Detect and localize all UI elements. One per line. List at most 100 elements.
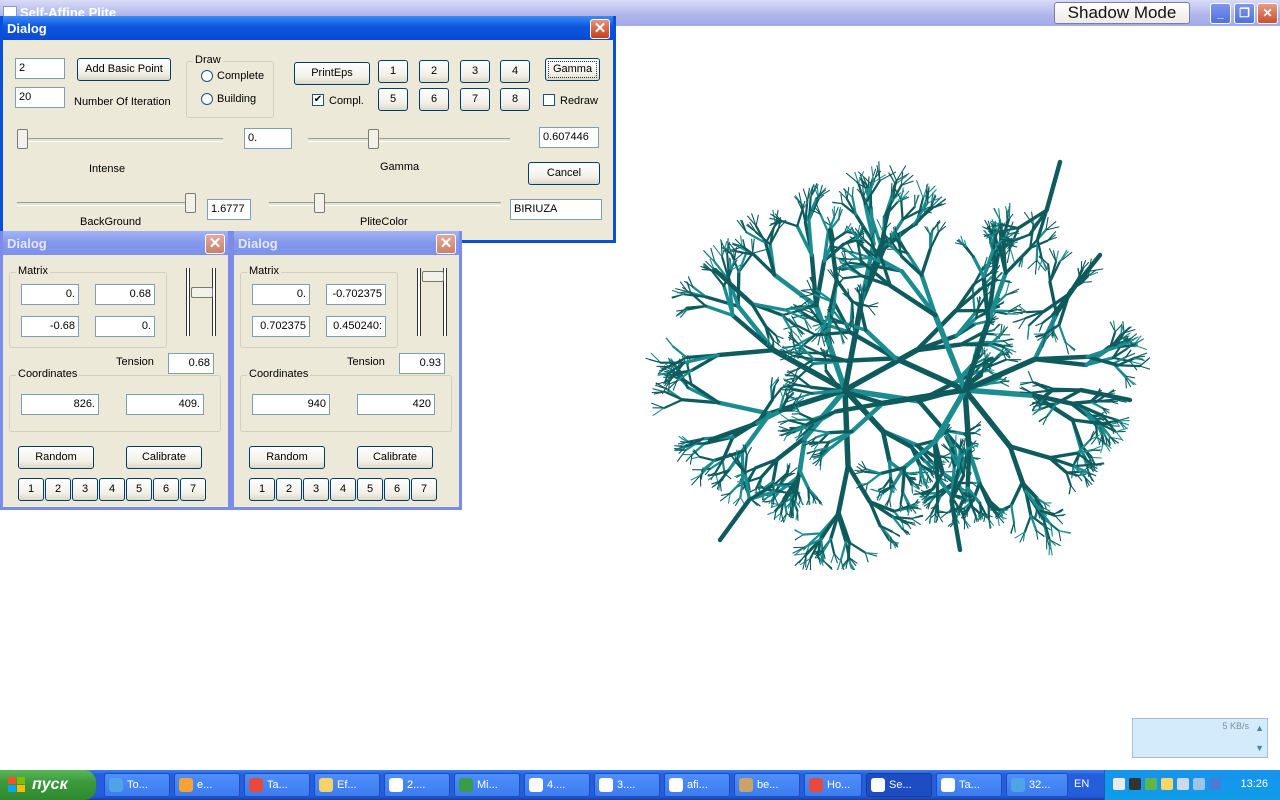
number-button-7[interactable]: 7 <box>460 88 490 111</box>
print-eps-button[interactable]: PrintEps <box>294 62 370 85</box>
number-button-5[interactable]: 5 <box>378 88 408 111</box>
chevron-down-icon[interactable]: ▼ <box>1255 743 1264 753</box>
number-button-4[interactable]: 4 <box>500 60 530 83</box>
transform-2-number-button-6[interactable]: 6 <box>384 478 410 501</box>
start-button[interactable]: пуск <box>0 770 96 800</box>
building-radio[interactable] <box>201 93 213 105</box>
intense-value-field[interactable]: 0. <box>244 128 292 149</box>
transform-1-number-button-5[interactable]: 5 <box>126 478 152 501</box>
number-button-6[interactable]: 6 <box>419 88 449 111</box>
app-close-button[interactable]: ✕ <box>1257 3 1278 24</box>
number-button-3[interactable]: 3 <box>460 60 490 83</box>
transform-2-number-button-3[interactable]: 3 <box>303 478 329 501</box>
number-button-8[interactable]: 8 <box>500 88 530 111</box>
transform-1-number-button-2[interactable]: 2 <box>45 478 71 501</box>
tension-field[interactable]: 0.68 <box>168 353 214 374</box>
transform-1-number-button-3[interactable]: 3 <box>72 478 98 501</box>
ff-tray-icon[interactable] <box>1129 778 1141 790</box>
transform-2-number-button-7[interactable]: 7 <box>411 478 437 501</box>
taskbar-button-5[interactable]: 2.... <box>384 773 450 797</box>
minimize-button[interactable]: _ <box>1210 3 1231 24</box>
bluetooth-tray-icon[interactable] <box>1209 778 1221 790</box>
cancel-button[interactable]: Cancel <box>528 162 600 185</box>
number-button-2[interactable]: 2 <box>419 60 449 83</box>
random-button[interactable]: Random <box>18 446 94 469</box>
update-tray-icon[interactable] <box>1145 778 1157 790</box>
transform-2-number-button-2[interactable]: 2 <box>276 478 302 501</box>
transform-2-number-button-5[interactable]: 5 <box>357 478 383 501</box>
matrix-cell-a[interactable]: 0. <box>252 284 310 305</box>
random-button[interactable]: Random <box>249 446 325 469</box>
matrix-cell-b[interactable]: 0.68 <box>95 284 155 305</box>
matrix-cell-c[interactable]: -0.68 <box>21 316 79 337</box>
background-slider-thumb[interactable] <box>185 193 196 213</box>
transform-1-number-button-4[interactable]: 4 <box>99 478 125 501</box>
matrix-cell-d[interactable]: 0.450240: <box>326 316 386 337</box>
gamma-slider-thumb[interactable] <box>368 129 379 149</box>
gamma-slider-track[interactable] <box>308 138 510 142</box>
coord-y-field[interactable]: 409. <box>126 394 204 415</box>
number-button-1[interactable]: 1 <box>378 60 408 83</box>
taskbar-button-11[interactable]: Ho... <box>804 773 862 797</box>
transform-1-number-button-7[interactable]: 7 <box>180 478 206 501</box>
intense-slider-thumb[interactable] <box>17 129 28 149</box>
tension-slider-track[interactable] <box>417 268 421 336</box>
background-slider-track[interactable] <box>17 202 195 206</box>
taskbar-button-8[interactable]: 3.... <box>594 773 660 797</box>
calibrate-button[interactable]: Calibrate <box>357 446 433 469</box>
iterations-input[interactable]: 20 <box>15 87 65 108</box>
gamma-value-field[interactable]: 0.607446 <box>539 127 599 148</box>
taskbar-button-6[interactable]: Mi... <box>454 773 520 797</box>
close-icon[interactable]: ✕ <box>436 234 456 254</box>
tension-slider-thumb[interactable] <box>191 287 213 298</box>
plite-color-slider-thumb[interactable] <box>314 193 325 213</box>
coord-x-field[interactable]: 826. <box>21 394 99 415</box>
transform-2-number-button-4[interactable]: 4 <box>330 478 356 501</box>
transform-2-number-button-1[interactable]: 1 <box>249 478 275 501</box>
coord-x-field[interactable]: 940 <box>252 394 330 415</box>
taskbar-button-2[interactable]: e... <box>174 773 240 797</box>
tension-slider-track[interactable] <box>186 268 190 336</box>
compl-checkbox[interactable]: ✔ <box>312 94 324 106</box>
volume-tray-icon[interactable] <box>1193 778 1205 790</box>
taskbar-button-1[interactable]: To... <box>104 773 170 797</box>
restore-button[interactable]: ❐ <box>1234 3 1255 24</box>
network-speed-widget[interactable]: 5 KB/s ▲ ▼ <box>1132 718 1268 758</box>
network-tray-icon[interactable] <box>1161 778 1173 790</box>
taskbar-button-7[interactable]: 4.... <box>524 773 590 797</box>
plite-color-slider-track[interactable] <box>269 202 501 206</box>
taskbar-button-3[interactable]: Ta... <box>244 773 310 797</box>
matrix-cell-d[interactable]: 0. <box>95 316 155 337</box>
shadow-mode-button[interactable]: Shadow Mode <box>1054 2 1190 24</box>
intense-slider-track[interactable] <box>17 138 223 142</box>
coord-y-field[interactable]: 420 <box>357 394 435 415</box>
taskbar-button-13[interactable]: Ta... <box>936 773 1002 797</box>
taskbar-button-10[interactable]: be... <box>734 773 800 797</box>
add-basic-point-button[interactable]: Add Basic Point <box>77 58 171 81</box>
taskbar-button-12[interactable]: Se... <box>866 773 932 797</box>
points-input[interactable]: 2 <box>15 58 65 79</box>
matrix-cell-b[interactable]: -0.702375 <box>326 284 386 305</box>
transform-1-number-button-1[interactable]: 1 <box>18 478 44 501</box>
tension-field[interactable]: 0.93 <box>399 353 445 374</box>
taskbar-button-14[interactable]: 32... <box>1006 773 1068 797</box>
calibrate-button[interactable]: Calibrate <box>126 446 202 469</box>
close-icon[interactable]: ✕ <box>590 19 610 39</box>
matrix-cell-a[interactable]: 0. <box>21 284 79 305</box>
display-tray-icon[interactable] <box>1177 778 1189 790</box>
gamma-button[interactable]: Gamma <box>545 58 600 81</box>
redraw-checkbox[interactable] <box>543 94 555 106</box>
background-value-field[interactable]: 1.6777 <box>207 199 251 220</box>
matrix-cell-c[interactable]: 0.702375 <box>252 316 310 337</box>
plite-color-field[interactable]: BIRIUZA <box>510 199 602 220</box>
taskbar-button-4[interactable]: Ef... <box>314 773 380 797</box>
close-icon[interactable]: ✕ <box>205 234 225 254</box>
chevron-up-icon[interactable]: ▲ <box>1255 723 1264 733</box>
tension-slider-thumb[interactable] <box>422 271 444 282</box>
language-indicator[interactable]: EN <box>1074 778 1089 790</box>
complete-radio[interactable] <box>201 70 213 82</box>
taskbar-button-9[interactable]: afi... <box>664 773 730 797</box>
chevron-left-icon[interactable] <box>1113 778 1125 790</box>
tension-slider-track-2[interactable] <box>212 268 216 336</box>
transform-1-number-button-6[interactable]: 6 <box>153 478 179 501</box>
